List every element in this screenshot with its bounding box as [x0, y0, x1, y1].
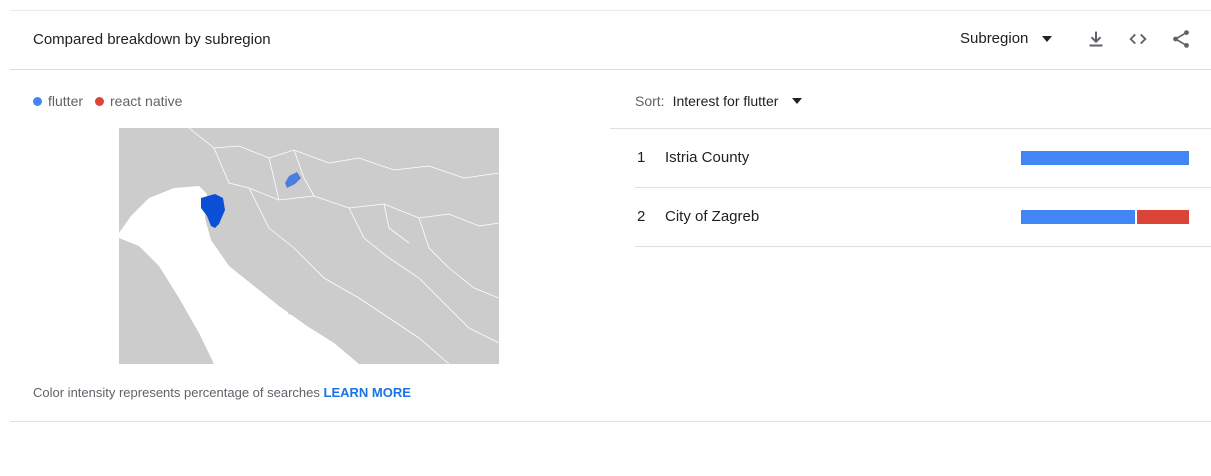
row-rank: 1	[637, 149, 646, 166]
chevron-down-icon	[792, 98, 803, 104]
subregion-select[interactable]: Subregion	[960, 30, 1053, 47]
table-row[interactable]: 1 Istria County	[635, 129, 1211, 188]
flutter-bar	[1021, 151, 1189, 165]
react-native-bar	[1137, 210, 1189, 224]
subregion-map[interactable]	[119, 128, 499, 364]
divider	[10, 421, 1211, 422]
table-row[interactable]: 2 City of Zagreb	[635, 188, 1211, 247]
legend: flutter react native	[33, 93, 194, 109]
flutter-dot-icon	[33, 96, 42, 106]
card-header: Compared breakdown by subregion Subregio…	[10, 11, 1211, 70]
row-rank: 2	[637, 208, 646, 225]
subregion-card: Compared breakdown by subregion Subregio…	[10, 10, 1211, 476]
legend-item-flutter: flutter	[33, 93, 83, 109]
legend-label-flutter: flutter	[48, 93, 84, 109]
subregion-select-label: Subregion	[960, 30, 1029, 47]
footnote: Color intensity represents percentage of…	[33, 385, 411, 400]
sort-control[interactable]: Sort: Interest for flutter	[635, 93, 803, 109]
footnote-text: Color intensity represents percentage of…	[33, 385, 324, 400]
legend-label-react-native: react native	[110, 93, 183, 109]
share-icon[interactable]	[1170, 28, 1192, 50]
chevron-down-icon	[1042, 35, 1053, 42]
sort-value[interactable]: Interest for flutter	[673, 93, 779, 109]
learn-more-link[interactable]: LEARN MORE	[324, 385, 411, 400]
download-icon[interactable]	[1085, 28, 1107, 50]
card-title: Compared breakdown by subregion	[33, 31, 271, 48]
embed-icon[interactable]	[1127, 28, 1149, 50]
flutter-bar	[1021, 210, 1135, 224]
react-native-dot-icon	[95, 96, 105, 106]
row-name: Istria County	[665, 149, 750, 166]
sort-label: Sort:	[635, 93, 665, 109]
legend-item-react-native: react native	[95, 93, 182, 109]
row-name: City of Zagreb	[665, 208, 760, 225]
